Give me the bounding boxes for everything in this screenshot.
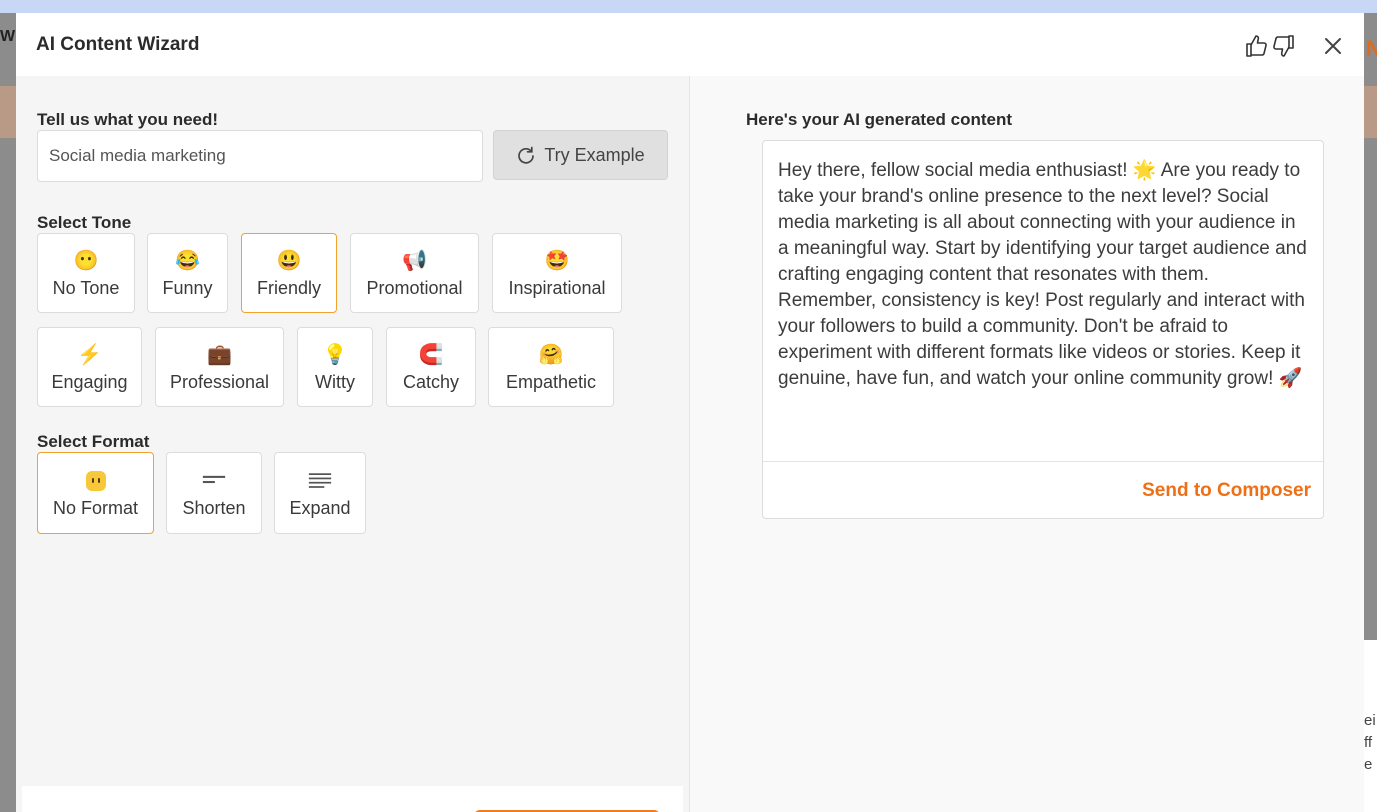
tone-option-label: Professional <box>169 371 270 392</box>
tone-option-label: Funny <box>162 277 213 298</box>
close-icon[interactable] <box>1320 33 1346 59</box>
tone-option-catchy[interactable]: 🧲 Catchy <box>386 327 476 407</box>
tone-option-label: Catchy <box>402 371 460 392</box>
modal-title: AI Content Wizard <box>36 34 200 55</box>
format-option-label: No Format <box>52 497 139 518</box>
funny-emoji-icon: 😂 <box>175 249 200 272</box>
tone-option-witty[interactable]: 💡 Witty <box>297 327 373 407</box>
prompt-label: Tell us what you need! <box>37 110 219 129</box>
expand-lines-icon <box>308 468 332 494</box>
briefcase-emoji-icon: 💼 <box>207 343 232 366</box>
tone-option-friendly[interactable]: 😃 Friendly <box>241 233 337 313</box>
backdrop-right-panel-text: ei ff e <box>1364 712 1376 773</box>
tone-option-label: Friendly <box>256 277 322 298</box>
tone-option-label: Empathetic <box>505 371 597 392</box>
thumbs-up-icon[interactable] <box>1244 33 1270 59</box>
tone-option-label: Promotional <box>366 277 463 298</box>
tone-option-label: Inspirational <box>508 277 606 298</box>
output-divider <box>763 461 1323 462</box>
output-label: Here's your AI generated content <box>746 110 1013 129</box>
tone-option-engaging[interactable]: ⚡ Engaging <box>37 327 142 407</box>
friendly-emoji-icon: 😃 <box>276 249 302 272</box>
format-option-label: Shorten <box>182 497 246 518</box>
backdrop-text-left: W <box>0 28 16 45</box>
hugging-face-emoji-icon: 🤗 <box>538 343 564 366</box>
modal-header: AI Content Wizard <box>16 13 1364 76</box>
prompt-input[interactable] <box>37 130 483 182</box>
tone-option-funny[interactable]: 😂 Funny <box>147 233 228 313</box>
format-option-no-format[interactable]: No Format <box>37 452 154 534</box>
left-pane-footer <box>22 786 683 812</box>
tone-option-no-tone[interactable]: 😶 No Tone <box>37 233 135 313</box>
tone-option-label: Engaging <box>51 371 128 392</box>
light-bulb-emoji-icon: 💡 <box>322 343 348 366</box>
shorten-lines-icon <box>202 468 226 494</box>
refresh-icon <box>518 146 535 164</box>
no-format-face-icon <box>84 468 108 494</box>
generated-content-box[interactable]: Hey there, fellow social media enthusias… <box>762 140 1324 519</box>
ai-content-wizard-modal: AI Content Wizard Tell us what you need! <box>16 13 1364 812</box>
tone-option-label: No Tone <box>52 277 120 298</box>
star-struck-emoji-icon: 🤩 <box>544 249 570 272</box>
thumbs-down-icon[interactable] <box>1270 33 1296 59</box>
wizard-options-pane: Tell us what you need! Try Example Selec… <box>16 76 689 812</box>
tone-option-professional[interactable]: 💼 Professional <box>155 327 284 407</box>
backdrop-text-right: N <box>1366 36 1377 61</box>
no-tone-emoji-icon: 😶 <box>73 249 99 272</box>
try-example-label: Try Example <box>544 144 645 165</box>
tone-option-empathetic[interactable]: 🤗 Empathetic <box>488 327 614 407</box>
generated-content-pane: Here's your AI generated content Hey the… <box>690 76 1364 812</box>
magnet-emoji-icon: 🧲 <box>418 343 444 366</box>
megaphone-emoji-icon: 📢 <box>402 249 427 272</box>
format-option-label: Expand <box>289 497 351 518</box>
tone-label: Select Tone <box>37 213 132 232</box>
backdrop-top-bar <box>0 0 1377 13</box>
lightning-emoji-icon: ⚡ <box>77 343 102 366</box>
tone-option-promotional[interactable]: 📢 Promotional <box>350 233 479 313</box>
try-example-button[interactable]: Try Example <box>493 130 668 180</box>
generated-content-text[interactable]: Hey there, fellow social media enthusias… <box>778 158 1308 392</box>
format-option-shorten[interactable]: Shorten <box>166 452 262 534</box>
tone-option-label: Witty <box>315 371 355 392</box>
format-option-expand[interactable]: Expand <box>274 452 366 534</box>
send-to-composer-button[interactable]: Send to Composer <box>1142 480 1311 502</box>
format-label: Select Format <box>37 432 150 451</box>
tone-option-inspirational[interactable]: 🤩 Inspirational <box>492 233 622 313</box>
